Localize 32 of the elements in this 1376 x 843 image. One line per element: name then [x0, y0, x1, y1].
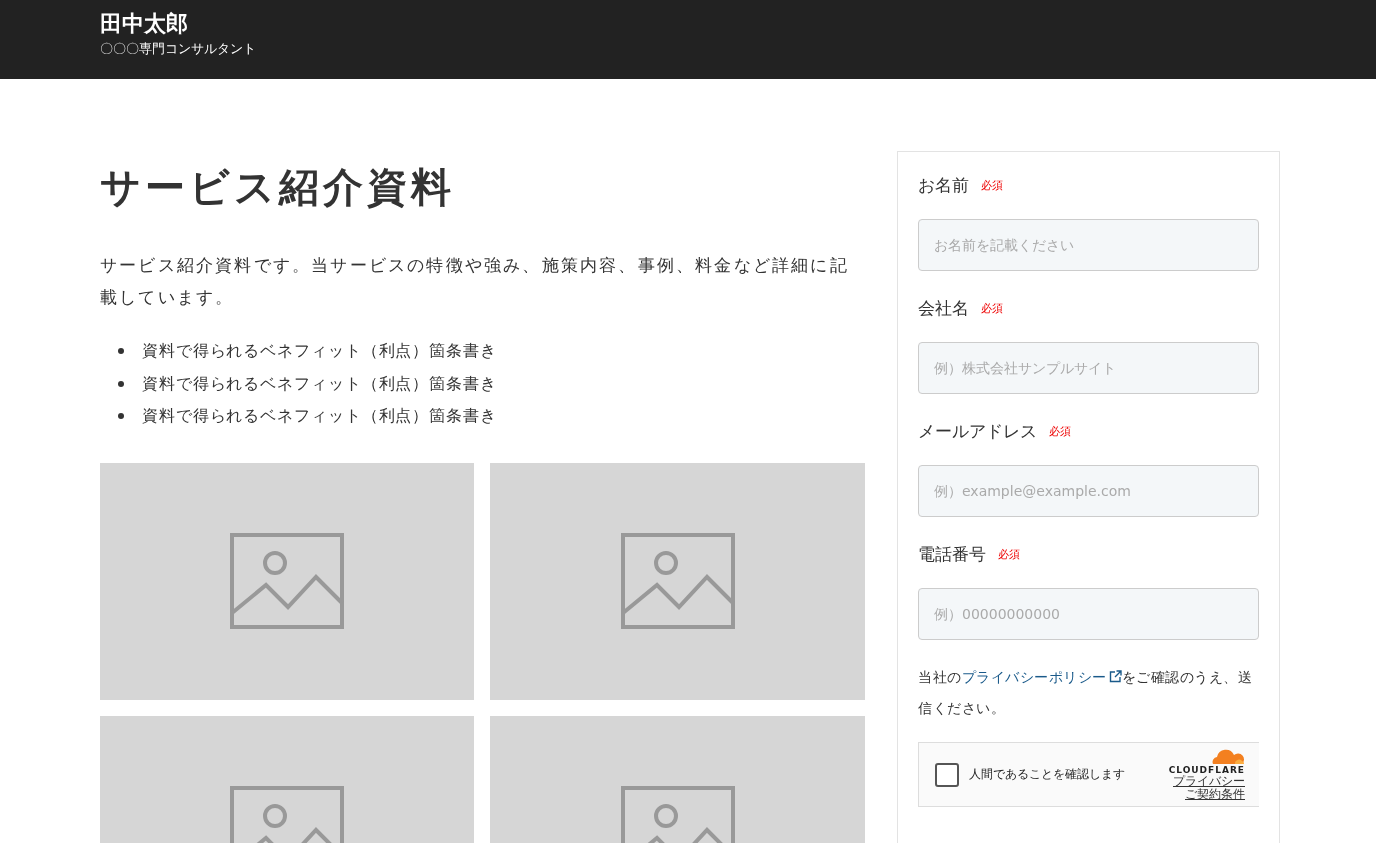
input-field[interactable]: 例）株式会社サンプルサイト [918, 342, 1259, 394]
image-icon [230, 533, 344, 629]
input-field[interactable]: 例）example@example.com [918, 465, 1259, 517]
image-icon [620, 533, 735, 629]
captcha-link[interactable]: プライバシー [1173, 775, 1245, 788]
input-field[interactable]: 例）00000000000 [918, 588, 1259, 640]
benefit-text: 資料で得られるベネフィット（利点）箇条書き [142, 372, 497, 395]
required-label: 必須 [981, 178, 1003, 193]
required-label: 必須 [1049, 424, 1071, 439]
privacy-policy-link[interactable]: プライバシーポリシー [961, 669, 1122, 685]
description-text: サービス紹介資料です。当サービスの特徴や強み、施策内容、事例、料金など詳細に記載しています。 [100, 254, 850, 309]
field-label: 会社名 [918, 297, 969, 320]
brand-text: CLOUDFLARE [1168, 765, 1245, 775]
site-tagline: 〇〇〇専門コンサルタント [100, 40, 256, 58]
captcha-label: 人間であることを確認します [969, 766, 1126, 783]
consent-text: 当社のプライバシーポリシー をご確認のうえ、送信ください。 [918, 668, 1253, 718]
captcha-link[interactable]: ご契約条件 [1185, 788, 1245, 801]
page-title: サービス紹介資料 [100, 163, 455, 211]
field-label: メールアドレス [918, 420, 1037, 443]
site-name[interactable]: 田中太郎 [100, 8, 188, 40]
checkbox[interactable] [935, 762, 959, 787]
benefit-text: 資料で得られるベネフィット（利点）箇条書き [142, 405, 497, 427]
required-label: 必須 [998, 547, 1020, 562]
bullet-icon [118, 413, 124, 420]
bullet-icon [118, 380, 124, 387]
field-label: お名前 [918, 174, 969, 197]
required-label: 必須 [981, 301, 1003, 316]
bullet-icon [118, 348, 124, 355]
field-label: 電話番号 [918, 543, 986, 566]
input-field[interactable]: お名前を記載ください [918, 219, 1259, 271]
external-link-icon [1108, 670, 1122, 683]
benefit-text: 資料で得られるベネフィット（利点）箇条書き [142, 340, 497, 362]
